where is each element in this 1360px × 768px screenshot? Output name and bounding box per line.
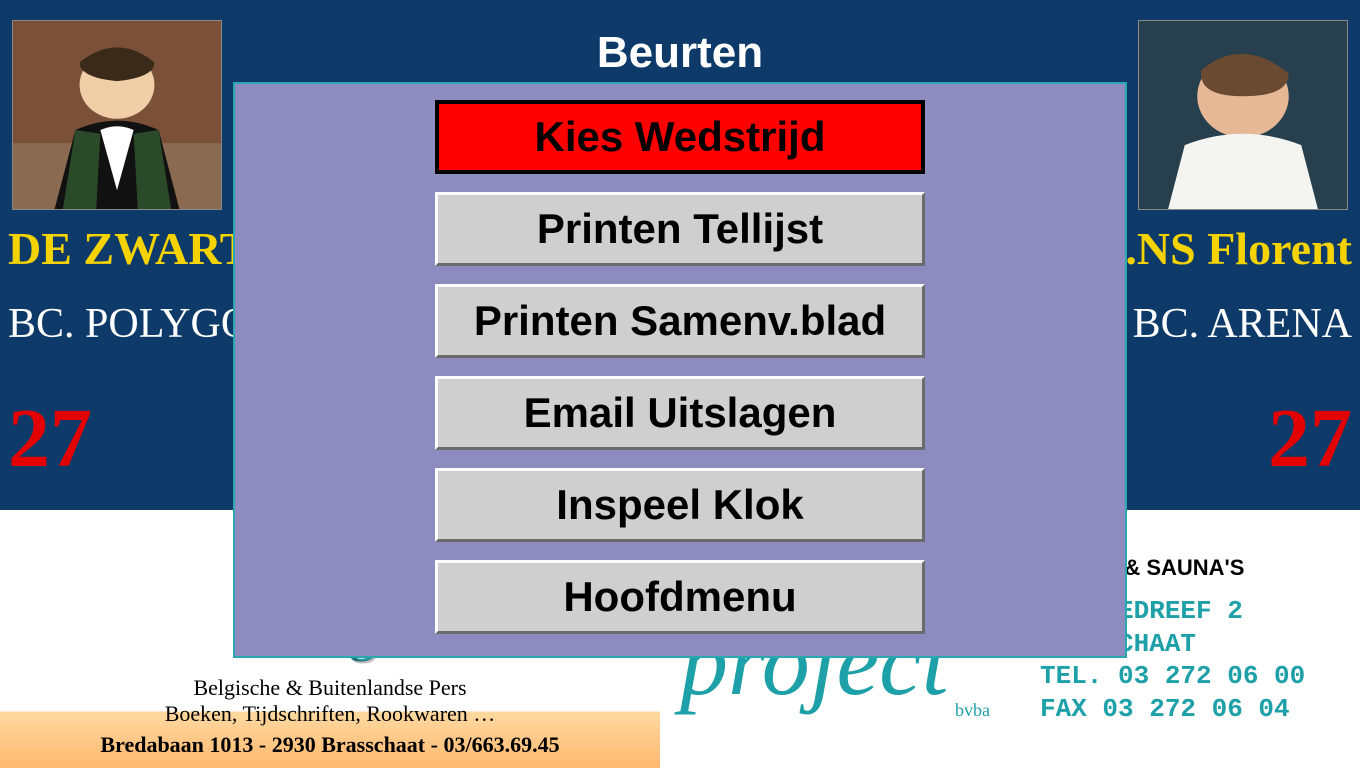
player-right-club: BC. ARENA [1133,300,1352,348]
player-right-name: ...NS Florent [1102,222,1352,275]
ad-right-fax: FAX 03 272 06 04 [1040,693,1340,726]
menu-button-1[interactable]: Printen Tellijst [435,192,925,266]
ad-left-desc2: Boeken, Tijdschriften, Rookwaren … [0,701,660,727]
player-left-score: 27 [8,390,92,487]
ad-left-desc1: Belgische & Buitenlandse Pers [0,675,660,701]
menu-button-4[interactable]: Inspeel Klok [435,468,925,542]
menu-button-0[interactable]: Kies Wedstrijd [435,100,925,174]
menu-modal: Kies Wedstrijd Printen Tellijst Printen Sa… [233,82,1127,658]
beurten-label: Beurten [597,28,763,78]
menu-button-2[interactable]: Printen Samenv.blad [435,284,925,358]
player-left-photo [12,20,222,210]
ad-left-address: Bredabaan 1013 - 2930 Brasschaat - 03/66… [0,732,660,758]
player-right-score: 27 [1268,390,1352,487]
ad-right-tel: TEL. 03 272 06 00 [1040,660,1340,693]
player-right-photo [1138,20,1348,210]
menu-button-3[interactable]: Email Uitslagen [435,376,925,450]
menu-button-5[interactable]: Hoofdmenu [435,560,925,634]
